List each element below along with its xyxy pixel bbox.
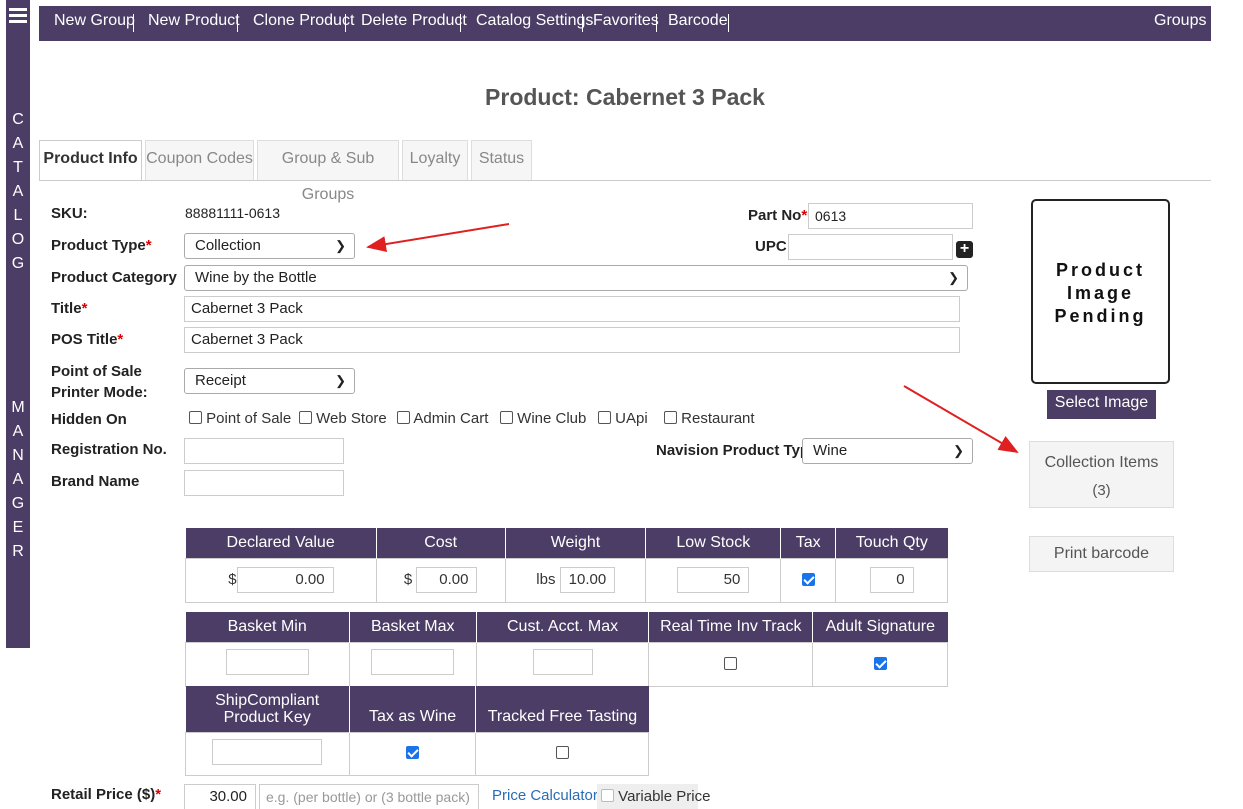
annotation-arrows — [366, 223, 1019, 454]
arrow-to-product-type — [366, 223, 510, 252]
arrow-to-collection-items — [903, 385, 1019, 454]
